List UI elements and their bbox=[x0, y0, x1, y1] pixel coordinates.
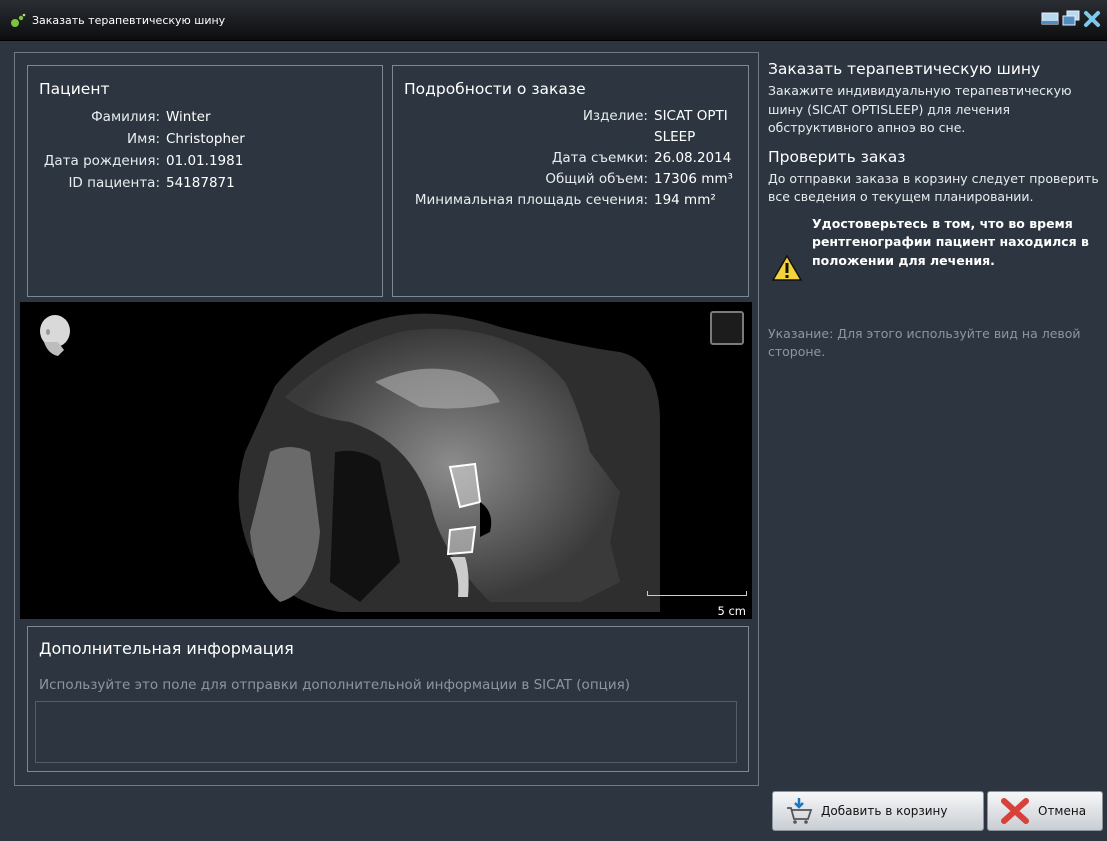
name-value: Christopher bbox=[166, 131, 245, 147]
patient-name-row: Имя: Christopher bbox=[28, 128, 382, 150]
check-order-title: Проверить заказ bbox=[768, 147, 906, 166]
patient-fields: Фамилия: Winter Имя: Christopher Дата ро… bbox=[28, 106, 382, 194]
ct-image-view[interactable]: 5 cm bbox=[20, 302, 752, 619]
ct-sagittal-image bbox=[238, 313, 661, 612]
field-label: Общий объем: bbox=[545, 171, 648, 187]
cancel-label: Отмена bbox=[1038, 804, 1087, 818]
additional-title: Дополнительная информация bbox=[39, 639, 294, 658]
additional-hint: Используйте это поле для отправки дополн… bbox=[39, 677, 630, 693]
field-label: ID пациента: bbox=[68, 175, 160, 191]
field-label: Имя: bbox=[127, 131, 160, 147]
warning-text: Удостоверьтесь в том, что во время рентг… bbox=[812, 215, 1089, 268]
additional-info-panel: Дополнительная информация Используйте эт… bbox=[27, 626, 749, 772]
order-volume-row: Общий объем: 17306 mm³ bbox=[393, 169, 748, 190]
order-scan-date-row: Дата съемки: 26.08.2014 bbox=[393, 148, 748, 169]
patient-id-row: ID пациента: 54187871 bbox=[28, 172, 382, 194]
surname-value: Winter bbox=[166, 109, 211, 125]
birthdate-value: 01.01.1981 bbox=[166, 153, 244, 169]
scale-bar bbox=[647, 595, 747, 596]
cart-icon bbox=[787, 798, 813, 824]
app-logo-icon bbox=[11, 13, 26, 27]
window-restore-icon[interactable] bbox=[1062, 10, 1080, 28]
instructions-description: Закажите индивидуальную терапевтическую … bbox=[768, 83, 1072, 135]
order-title: Подробности о заказе bbox=[404, 80, 586, 98]
volume-value: 17306 mm³ bbox=[654, 171, 733, 187]
patient-birthdate-row: Дата рождения: 01.01.1981 bbox=[28, 150, 382, 172]
patient-title: Пациент bbox=[39, 80, 110, 98]
scale-bar-tick-right bbox=[746, 591, 747, 596]
add-to-cart-button[interactable]: Добавить в корзину bbox=[772, 791, 984, 831]
window-title: Заказать терапевтическую шину bbox=[32, 14, 226, 27]
field-label: Минимальная площадь сечения: bbox=[414, 192, 648, 208]
patient-panel: Пациент Фамилия: Winter Имя: Christopher… bbox=[27, 65, 383, 297]
close-icon[interactable] bbox=[1083, 10, 1101, 28]
field-label: Фамилия: bbox=[91, 109, 160, 125]
field-label: Дата рождения: bbox=[43, 153, 160, 169]
instructions-panel: Заказать терапевтическую шину Закажите и… bbox=[768, 60, 1102, 362]
order-product-row: Изделие: SICAT OPTISLEEP bbox=[393, 106, 748, 148]
product-value: SICAT OPTISLEEP bbox=[654, 108, 728, 145]
cancel-button[interactable]: Отмена bbox=[987, 791, 1103, 831]
check-order-text: До отправки заказа в корзину следует про… bbox=[768, 170, 1099, 205]
window-controls bbox=[1041, 10, 1101, 28]
instructions-title: Заказать терапевтическую шину bbox=[768, 60, 1041, 78]
scan-date-value: 26.08.2014 bbox=[654, 150, 732, 166]
order-details-panel: Подробности о заказе Изделие: SICAT OPTI… bbox=[392, 65, 749, 297]
scale-label: 5 cm bbox=[717, 604, 747, 618]
view-toggle-button[interactable] bbox=[710, 311, 744, 345]
warning-box: Удостоверьтесь в том, что во время рентг… bbox=[768, 215, 1102, 323]
cancel-x-icon bbox=[1001, 798, 1029, 824]
field-label: Дата съемки: bbox=[551, 150, 648, 166]
patient-id-value: 54187871 bbox=[166, 175, 235, 191]
order-min-area-row: Минимальная площадь сечения: 194 mm² bbox=[393, 190, 748, 211]
head-orientation-icon[interactable] bbox=[36, 314, 74, 358]
patient-surname-row: Фамилия: Winter bbox=[28, 106, 382, 128]
hint-note: Указание: Для этого используйте вид на л… bbox=[768, 325, 1081, 360]
add-to-cart-label: Добавить в корзину bbox=[821, 804, 948, 818]
window-layout-icon[interactable] bbox=[1041, 10, 1059, 28]
field-label: Изделие: bbox=[582, 108, 648, 124]
order-fields: Изделие: SICAT OPTISLEEP Дата съемки: 26… bbox=[393, 106, 748, 211]
additional-info-input[interactable] bbox=[35, 701, 737, 763]
title-bar: Заказать терапевтическую шину bbox=[0, 0, 1107, 41]
warning-icon bbox=[772, 254, 802, 281]
min-area-value: 194 mm² bbox=[654, 192, 716, 208]
